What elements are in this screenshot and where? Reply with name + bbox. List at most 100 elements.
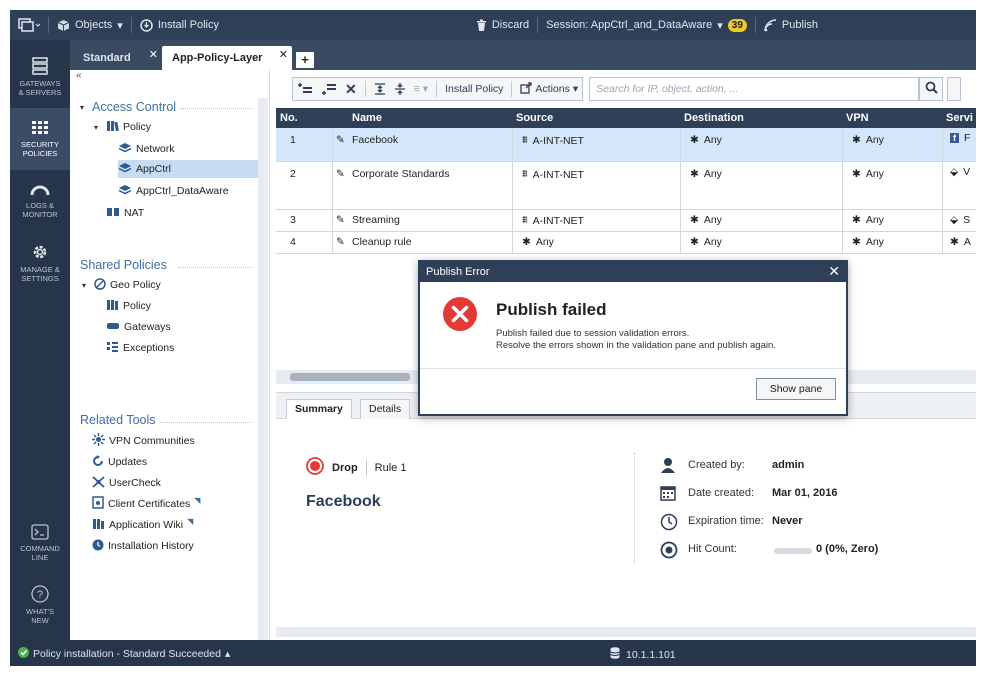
expand-rules-icon[interactable]: [374, 83, 386, 95]
publish-button[interactable]: Publish: [756, 10, 826, 40]
install-policy-button[interactable]: Install Policy: [445, 83, 503, 95]
table-row[interactable]: 2 ✎ Corporate Standards ⩩ A-INT-NET ✱ Any …: [276, 162, 976, 210]
nav-command-line[interactable]: COMMAND LINE: [10, 512, 70, 574]
tool-vpn-communities[interactable]: VPN Communities: [92, 432, 195, 450]
created-by-label: Created by:: [688, 459, 745, 471]
tree-item-appctrl[interactable]: AppCtrl: [118, 160, 258, 178]
tool-client-certificates[interactable]: Client Certificates ◥: [92, 495, 200, 513]
nav-security-policies[interactable]: SECURITY POLICIES: [10, 108, 70, 170]
edit-pencil-icon: ✎: [336, 134, 345, 146]
actions-menu-button[interactable]: Actions ▾: [520, 81, 578, 97]
add-tab-button[interactable]: +: [296, 52, 314, 68]
delete-rule-icon[interactable]: ✕: [345, 81, 357, 98]
table-row[interactable]: 3 ✎ Streaming ⩩ A-INT-NET ✱ Any ✱ Any ⬙ S: [276, 210, 976, 232]
column-header[interactable]: Source: [516, 112, 553, 124]
divider: [842, 210, 843, 231]
tab-summary[interactable]: Summary: [286, 399, 352, 419]
filter-button[interactable]: [947, 77, 962, 101]
divider: [680, 210, 681, 231]
column-header[interactable]: VPN: [846, 112, 869, 124]
nav-manage-settings[interactable]: MANAGE & SETTINGS: [10, 232, 70, 294]
tool-updates[interactable]: Updates: [92, 453, 147, 471]
objects-menu-button[interactable]: Objects ▾: [49, 10, 131, 40]
tab-label: Standard: [83, 52, 131, 64]
collapse-rules-icon[interactable]: [394, 83, 406, 95]
tree-item-geo-policy[interactable]: ▾ Geo Policy: [82, 276, 161, 294]
list-view-icon[interactable]: ≡ ▾: [414, 83, 428, 95]
divider: [436, 81, 438, 97]
tool-usercheck[interactable]: UserCheck: [92, 474, 161, 492]
tree-item-policy[interactable]: ▾ Policy: [94, 118, 151, 136]
search-input[interactable]: Search for IP, object, action, ...: [589, 77, 920, 101]
tab-standard[interactable]: Standard ✕: [70, 46, 162, 70]
divider: [512, 232, 513, 253]
divider: [634, 453, 635, 563]
tree-scrollbar[interactable]: [258, 98, 268, 640]
install-policy-top-button[interactable]: Install Policy: [132, 10, 227, 40]
tree-label: NAT: [124, 207, 145, 219]
scrollbar-thumb[interactable]: [290, 373, 410, 381]
tree-item-gateways[interactable]: Gateways: [106, 318, 171, 336]
tool-installation-history[interactable]: Installation History: [92, 537, 194, 555]
tab-app-policy-layer[interactable]: App-Policy-Layer ✕: [162, 46, 292, 70]
edit-pencil-icon: ✎: [336, 236, 345, 248]
dialog-title-bar: Publish Error ✕: [420, 262, 846, 282]
tree-item-access-control[interactable]: ▾ Access Control: [80, 98, 176, 116]
tab-details[interactable]: Details: [360, 399, 411, 419]
rule-service: fF: [950, 132, 970, 144]
any-icon: ✱: [852, 134, 861, 146]
divider: [512, 210, 513, 231]
network-icon: ⩩: [522, 214, 528, 226]
close-icon[interactable]: ✕: [828, 263, 840, 280]
close-icon[interactable]: ✕: [279, 48, 288, 61]
rules-actions-group: ✕ ≡ ▾ Install Policy Actions ▾: [292, 77, 584, 101]
add-rule-above-icon[interactable]: [297, 83, 313, 95]
divider: [680, 162, 681, 209]
tree-item-exceptions[interactable]: Exceptions: [106, 339, 174, 357]
divider: [332, 162, 333, 209]
nav-label: GATEWAYS & SERVERS: [18, 79, 62, 97]
table-row[interactable]: 1 ✎ Facebook ⩩ A-INT-NET ✱ Any ✱ Any fF: [276, 128, 976, 162]
discard-button[interactable]: Discard: [468, 10, 537, 40]
tree-item-appctrl-dataaware[interactable]: AppCtrl_DataAware: [118, 182, 229, 200]
search-icon: [925, 81, 938, 97]
nav-logs-monitor[interactable]: LOGS & MONITOR: [10, 170, 70, 232]
close-icon[interactable]: ✕: [149, 48, 158, 61]
tree-label: Policy: [123, 121, 152, 133]
column-header[interactable]: No.: [280, 112, 298, 124]
terminal-icon: [31, 524, 49, 540]
search-button[interactable]: [919, 77, 944, 101]
table-row[interactable]: 4 ✎ Cleanup rule ✱ Any ✱ Any ✱ Any ✱ A: [276, 232, 976, 254]
add-rule-below-icon[interactable]: [321, 83, 337, 95]
tool-application-wiki[interactable]: Application Wiki ◥: [92, 516, 193, 534]
gear-icon: [31, 243, 49, 261]
divider: [942, 210, 943, 231]
nav-whats-new[interactable]: ? WHAT'S NEW: [10, 574, 70, 636]
status-bar: Policy installation - Standard Succeeded…: [10, 640, 976, 666]
session-menu-button[interactable]: Session: AppCtrl_and_DataAware ▾ 39: [538, 10, 755, 40]
network-icon: ⩩: [522, 168, 528, 180]
policy-book-icon: [106, 299, 119, 314]
error-icon: [442, 296, 478, 335]
tree-item-nat[interactable]: NAT: [106, 204, 144, 222]
nav-gateways-servers[interactable]: GATEWAYS & SERVERS: [10, 46, 70, 108]
date-created-label: Date created:: [688, 487, 755, 499]
rule-source: ✱ Any: [522, 236, 554, 248]
any-icon: ✱: [852, 168, 861, 180]
collapse-panel-icon[interactable]: «: [76, 70, 82, 81]
facebook-icon: f: [950, 133, 959, 143]
vpn-communities-icon: [92, 433, 105, 449]
app-menu-icon: [18, 17, 40, 33]
column-header[interactable]: Name: [352, 112, 382, 124]
tree-item-network[interactable]: Network: [118, 140, 175, 158]
menu-button[interactable]: [10, 10, 48, 40]
show-pane-button[interactable]: Show pane: [756, 378, 836, 400]
details-horizontal-scrollbar[interactable]: [276, 627, 976, 637]
layer-icon: [118, 184, 132, 199]
column-header[interactable]: Servi: [946, 112, 973, 124]
caret-down-icon: ▾: [82, 280, 87, 290]
install-status[interactable]: Policy installation - Standard Succeeded…: [18, 647, 230, 661]
tag-icon: ⬙: [950, 214, 959, 226]
tree-item-shared-policy[interactable]: Policy: [106, 297, 151, 315]
column-header[interactable]: Destination: [684, 112, 744, 124]
